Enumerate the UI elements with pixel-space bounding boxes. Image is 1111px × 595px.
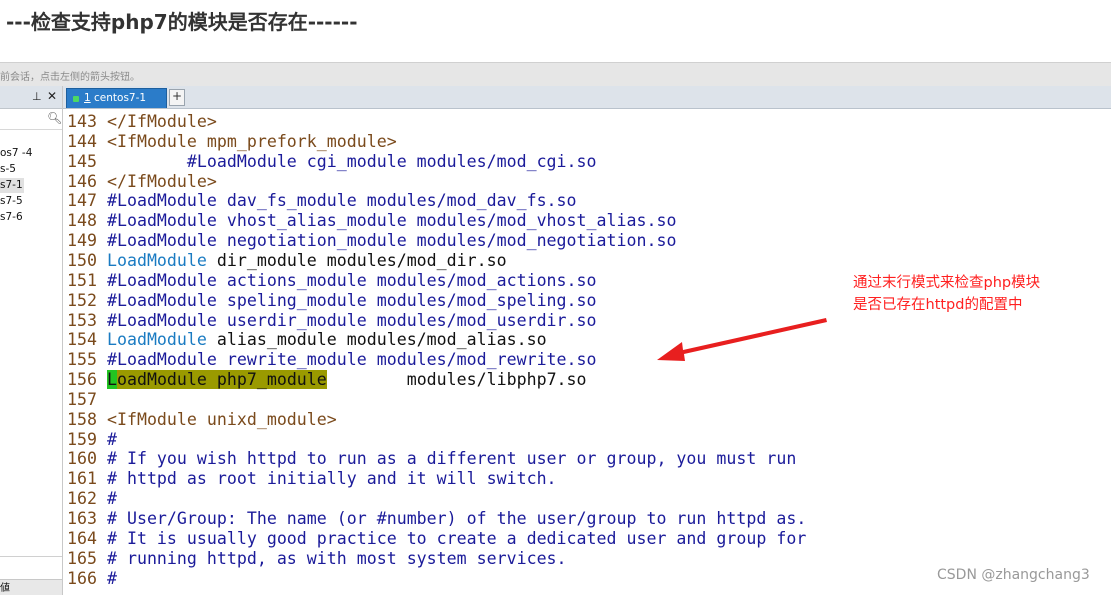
arrow-annotation: [657, 318, 827, 361]
annotation-line: 通过末行模式来检查php模块: [853, 275, 1041, 291]
annotation-line: 是否已存在httpd的配置中: [853, 297, 1023, 313]
watermark: CSDN @zhangchang3: [937, 567, 1090, 583]
annotation-note: 通过末行模式来检查php模块 是否已存在httpd的配置中: [853, 272, 1040, 316]
